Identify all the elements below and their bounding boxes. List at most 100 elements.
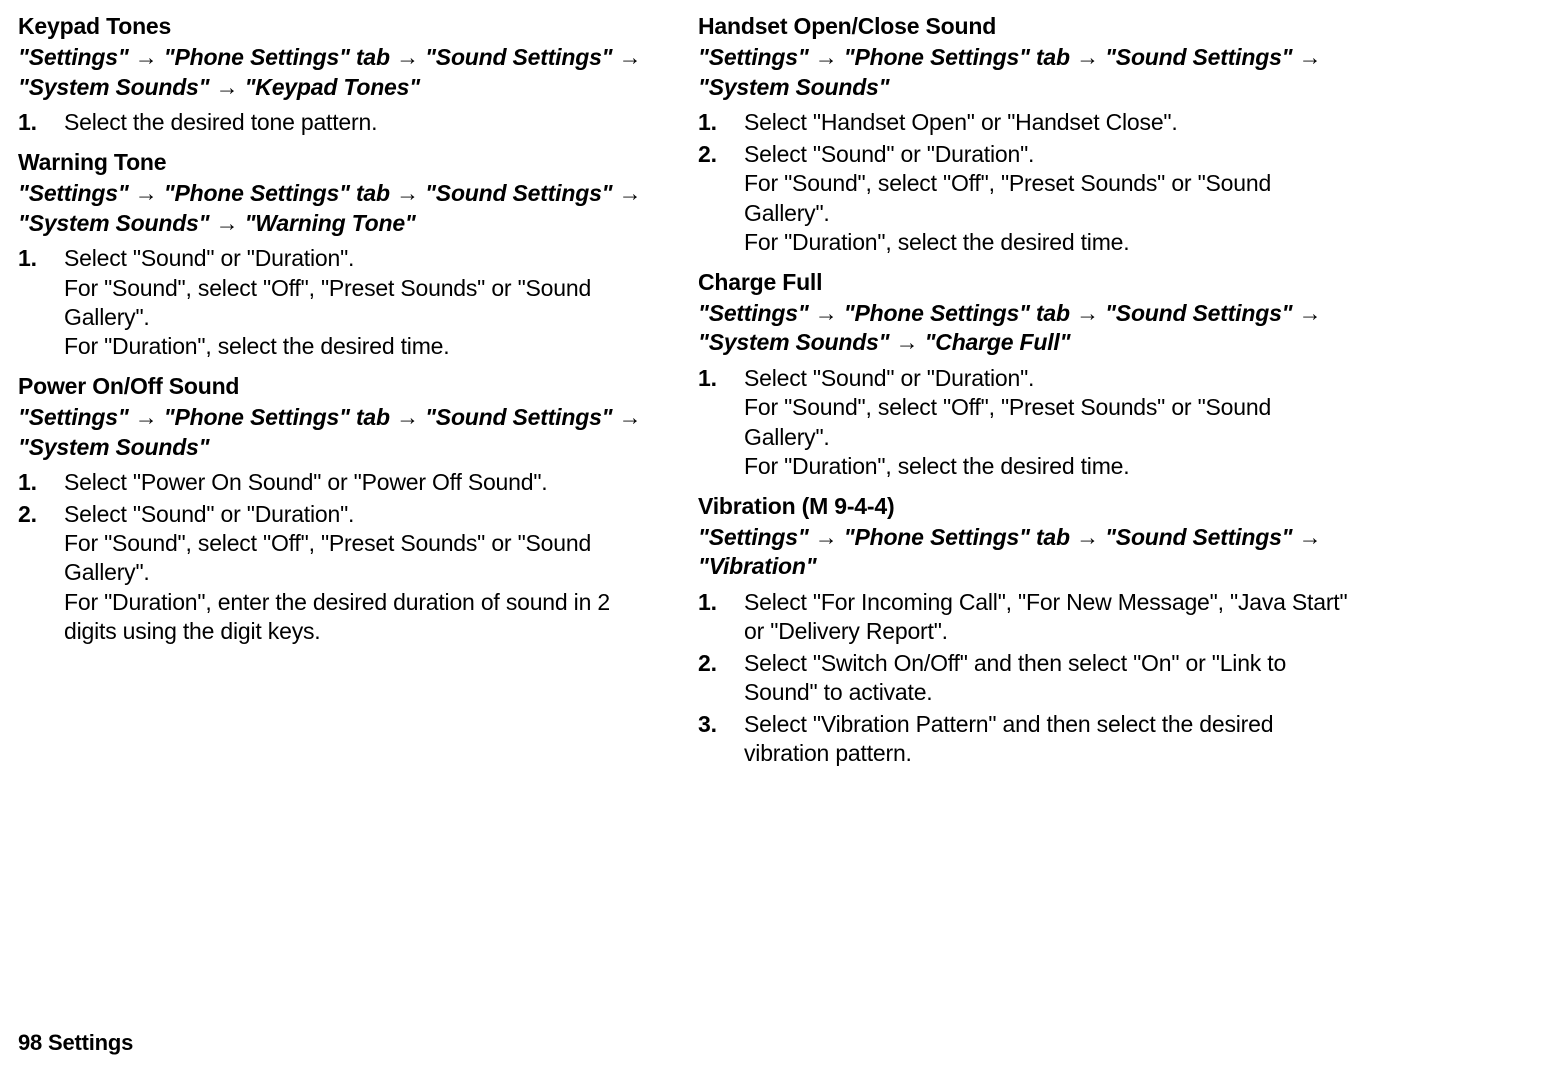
step-subtext: For "Sound", select "Off", "Preset Sound…: [744, 169, 1358, 228]
list-item: 2.Select "Switch On/Off" and then select…: [698, 649, 1358, 708]
path-segment: "Settings": [698, 44, 809, 70]
section-warning-tone: Warning Tone "Settings" → "Phone Setting…: [18, 148, 668, 362]
arrow-icon: →: [896, 329, 919, 355]
step-text: Select "Sound" or "Duration".: [744, 365, 1034, 391]
step-number: 1.: [698, 364, 730, 393]
step-text: Select "Sound" or "Duration".: [64, 245, 354, 271]
path-segment: "System Sounds": [18, 210, 209, 236]
list-item: 1. Select the desired tone pattern.: [18, 108, 668, 137]
arrow-icon: →: [1299, 524, 1322, 550]
step-number: 2.: [698, 140, 730, 169]
list-item: 2. Select "Sound" or "Duration".For "Soun…: [18, 500, 668, 647]
step-list: 1. Select "Sound" or "Duration". For "Soun…: [18, 244, 668, 362]
path-segment: "Sound Settings": [1105, 44, 1292, 70]
arrow-icon: →: [619, 404, 642, 430]
arrow-icon: →: [815, 44, 838, 70]
path-segment: "Phone Settings" tab: [844, 524, 1070, 550]
path-segment: "Sound Settings": [425, 404, 612, 430]
section-title: Vibration (M 9-4-4): [698, 492, 1358, 521]
list-item: 1. Select "For Incoming Call", "For New M…: [698, 588, 1358, 647]
list-item: 3. Select "Vibration Pattern" and then se…: [698, 710, 1358, 769]
arrow-icon: →: [619, 44, 642, 70]
step-list: 1. Select "For Incoming Call", "For New M…: [698, 588, 1358, 769]
step-number: 3.: [698, 710, 730, 739]
arrow-icon: →: [135, 44, 158, 70]
section-title: Power On/Off Sound: [18, 372, 668, 401]
list-item: 2.Select "Sound" or "Duration".For "Soun…: [698, 140, 1358, 258]
arrow-icon: →: [1299, 44, 1322, 70]
step-number: 1.: [18, 108, 50, 137]
path-segment: "Phone Settings" tab: [164, 180, 390, 206]
section-charge-full: Charge Full "Settings" → "Phone Settings…: [698, 268, 1358, 482]
path-segment: "System Sounds": [18, 74, 209, 100]
path-segment: "Charge Full": [925, 329, 1071, 355]
path-segment: "Settings": [18, 44, 129, 70]
arrow-icon: →: [216, 74, 239, 100]
step-subtext: For "Duration", select the desired time.: [744, 452, 1358, 481]
step-text: Select "Handset Open" or "Handset Close"…: [744, 109, 1178, 135]
path-segment: "Warning Tone": [245, 210, 416, 236]
step-list: 1. Select "Power On Sound" or "Power Off …: [18, 468, 668, 647]
step-list: 1. Select the desired tone pattern.: [18, 108, 668, 137]
step-number: 1.: [698, 588, 730, 617]
path-segment: "Settings": [698, 300, 809, 326]
section-handset-openclose: Handset Open/Close Sound "Settings" → "P…: [698, 12, 1358, 258]
step-subtext: For "Duration", enter the desired durati…: [64, 588, 668, 647]
section-power-onoff: Power On/Off Sound "Settings" → "Phone S…: [18, 372, 668, 647]
arrow-icon: →: [1076, 300, 1099, 326]
step-text: Select "Vibration Pattern" and then sele…: [744, 711, 1273, 766]
section-keypad-tones: Keypad Tones "Settings" → "Phone Setting…: [18, 12, 668, 138]
path-segment: "Sound Settings": [1105, 524, 1292, 550]
path-segment: "Settings": [698, 524, 809, 550]
path-segment: "Keypad Tones": [245, 74, 420, 100]
step-number: 1.: [18, 468, 50, 497]
path-segment: "Phone Settings" tab: [844, 300, 1070, 326]
nav-path: "Settings" → "Phone Settings" tab → "Sou…: [698, 299, 1358, 358]
right-column: Handset Open/Close Sound "Settings" → "P…: [698, 12, 1358, 779]
step-subtext: For "Duration", select the desired time.: [744, 228, 1358, 257]
step-text: Select "Power On Sound" or "Power Off So…: [64, 469, 548, 495]
two-column-layout: Keypad Tones "Settings" → "Phone Setting…: [18, 12, 1545, 779]
step-list: 1. Select "Sound" or "Duration".For "Soun…: [698, 364, 1358, 482]
step-text: Select the desired tone pattern.: [64, 109, 377, 135]
step-text: Select "For Incoming Call", "For New Mes…: [744, 589, 1347, 644]
arrow-icon: →: [815, 300, 838, 326]
step-subtext: For "Sound", select "Off", "Preset Sound…: [64, 274, 668, 333]
step-number: 2.: [18, 500, 50, 529]
path-segment: "Phone Settings" tab: [844, 44, 1070, 70]
nav-path: "Settings" → "Phone Settings" tab → "Sou…: [18, 43, 668, 102]
step-subtext: For "Sound", select "Off", "Preset Sound…: [64, 529, 668, 588]
section-title: Charge Full: [698, 268, 1358, 297]
step-number: 1.: [698, 108, 730, 137]
path-segment: "Vibration": [698, 553, 816, 579]
arrow-icon: →: [815, 524, 838, 550]
path-segment: "System Sounds": [698, 329, 889, 355]
step-subtext: For "Sound", select "Off", "Preset Sound…: [744, 393, 1358, 452]
list-item: 1. Select "Power On Sound" or "Power Off …: [18, 468, 668, 497]
arrow-icon: →: [1076, 524, 1099, 550]
path-segment: "Sound Settings": [425, 44, 612, 70]
step-list: 1. Select "Handset Open" or "Handset Clos…: [698, 108, 1358, 257]
list-item: 1. Select "Sound" or "Duration".For "Soun…: [698, 364, 1358, 482]
arrow-icon: →: [135, 180, 158, 206]
arrow-icon: →: [1076, 44, 1099, 70]
list-item: 1. Select "Sound" or "Duration". For "Soun…: [18, 244, 668, 362]
path-segment: "Settings": [18, 404, 129, 430]
list-item: 1. Select "Handset Open" or "Handset Clos…: [698, 108, 1358, 137]
nav-path: "Settings" → "Phone Settings" tab → "Sou…: [18, 179, 668, 238]
nav-path: "Settings" → "Phone Settings" tab → "Sou…: [698, 43, 1358, 102]
path-segment: "Settings": [18, 180, 129, 206]
path-segment: "Sound Settings": [1105, 300, 1292, 326]
path-segment: "Phone Settings" tab: [164, 404, 390, 430]
section-vibration: Vibration (M 9-4-4) "Settings" → "Phone …: [698, 492, 1358, 769]
step-text: Select "Sound" or "Duration".: [64, 501, 354, 527]
left-column: Keypad Tones "Settings" → "Phone Setting…: [18, 12, 668, 779]
step-number: 1.: [18, 244, 50, 273]
arrow-icon: →: [396, 404, 419, 430]
nav-path: "Settings" → "Phone Settings" tab → "Sou…: [698, 523, 1358, 582]
path-segment: "System Sounds": [18, 434, 209, 460]
section-title: Handset Open/Close Sound: [698, 12, 1358, 41]
arrow-icon: →: [216, 210, 239, 236]
path-segment: "System Sounds": [698, 74, 889, 100]
arrow-icon: →: [619, 180, 642, 206]
